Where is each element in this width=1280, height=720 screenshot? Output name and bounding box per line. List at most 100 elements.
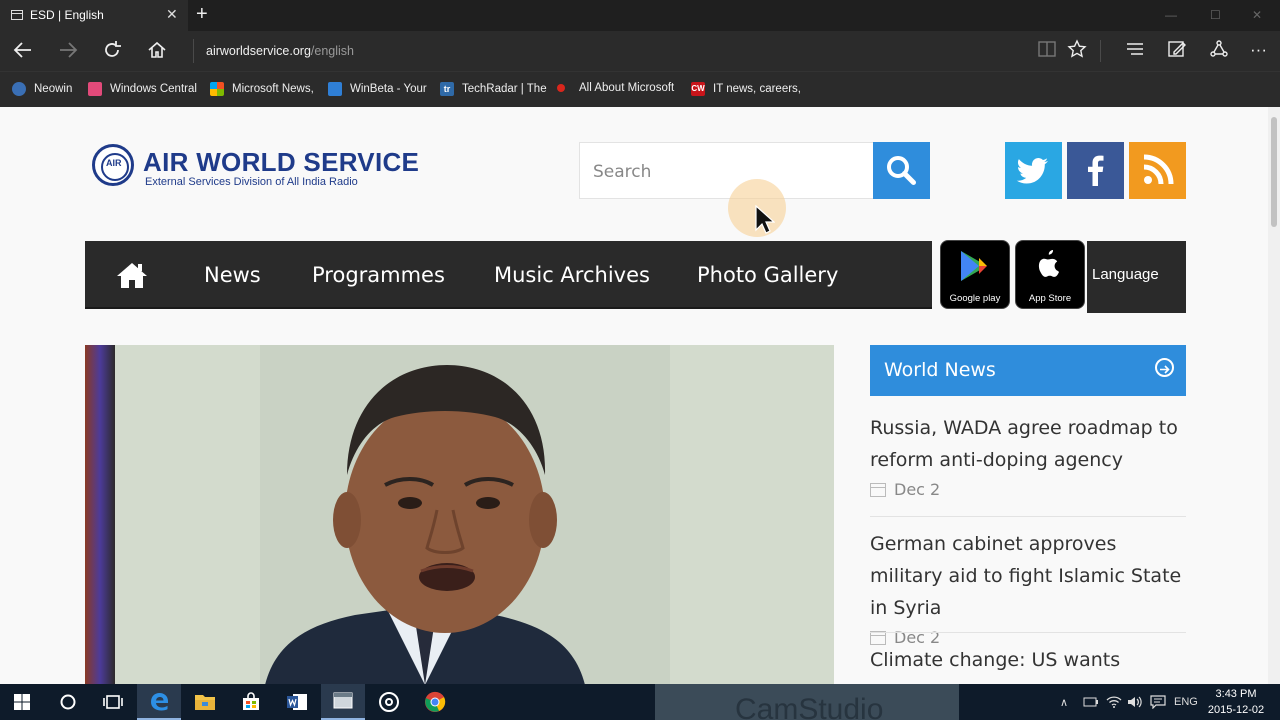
language-indicator[interactable]: ENG bbox=[1174, 684, 1198, 720]
logo-subtitle: External Services Division of All India … bbox=[145, 176, 358, 188]
favorite-label: IT news, careers, bbox=[713, 83, 801, 95]
language-selector[interactable]: Language bbox=[1087, 241, 1186, 313]
nav-programmes[interactable]: Programmes bbox=[312, 263, 445, 287]
favorite-microsoft-news[interactable]: Microsoft News, bbox=[210, 82, 314, 96]
search-input[interactable]: Search bbox=[579, 142, 874, 199]
wifi-icon[interactable] bbox=[1106, 684, 1122, 720]
home-icon[interactable] bbox=[146, 39, 168, 67]
back-arrow-icon[interactable] bbox=[12, 39, 34, 67]
groove-music-icon[interactable] bbox=[367, 684, 411, 720]
favorite-all-about-microsoft[interactable]: All About Microsoft bbox=[557, 82, 674, 94]
store-icon[interactable] bbox=[229, 684, 273, 720]
hero-image[interactable] bbox=[85, 345, 834, 684]
task-view-icon[interactable] bbox=[91, 684, 135, 720]
windows-start-icon[interactable] bbox=[0, 684, 44, 720]
home-menu-icon[interactable] bbox=[115, 261, 149, 289]
clock-date: 2015-12-02 bbox=[1207, 704, 1265, 716]
scrollbar-thumb[interactable] bbox=[1271, 117, 1277, 227]
clock-time: 3:43 PM bbox=[1215, 688, 1257, 700]
file-explorer-icon[interactable] bbox=[183, 684, 227, 720]
share-icon[interactable] bbox=[1209, 39, 1229, 65]
chrome-icon[interactable] bbox=[413, 684, 457, 720]
twitter-bird-icon bbox=[1016, 157, 1048, 184]
minimize-icon[interactable]: — bbox=[1165, 8, 1177, 22]
forward-arrow-icon[interactable] bbox=[57, 39, 79, 67]
news-headline[interactable]: Russia, WADA agree roadmap to reform ant… bbox=[870, 412, 1186, 476]
news-item[interactable]: German cabinet approves military aid to … bbox=[870, 528, 1186, 647]
search-button[interactable] bbox=[873, 142, 930, 199]
facebook-icon bbox=[1088, 155, 1104, 186]
page-scrollbar[interactable] bbox=[1268, 107, 1280, 684]
mouse-pointer-icon bbox=[755, 205, 775, 234]
volume-icon[interactable] bbox=[1127, 684, 1143, 720]
edge-browser-icon[interactable] bbox=[137, 684, 181, 720]
favorite-label: WinBeta - Your bbox=[350, 83, 427, 95]
action-center-icon[interactable] bbox=[1150, 684, 1166, 720]
browser-tab[interactable]: ESD | English ✕ bbox=[0, 0, 188, 31]
favorite-star-icon[interactable] bbox=[1067, 39, 1087, 65]
page-icon bbox=[11, 10, 23, 20]
maximize-icon[interactable]: ☐ bbox=[1210, 8, 1221, 22]
nav-photo-gallery[interactable]: Photo Gallery bbox=[697, 263, 838, 287]
toolbar-divider bbox=[1100, 40, 1101, 62]
favorite-label: Neowin bbox=[34, 83, 73, 95]
refresh-icon[interactable] bbox=[101, 39, 123, 67]
new-tab-button[interactable]: + bbox=[196, 3, 208, 26]
close-window-icon[interactable]: ✕ bbox=[1252, 8, 1262, 22]
logo-title: AIR WORLD SERVICE bbox=[143, 147, 420, 177]
app-store-label: App Store bbox=[1028, 293, 1072, 304]
site-logo[interactable]: AIR AIR WORLD SERVICE External Services … bbox=[92, 142, 419, 192]
address-bar[interactable]: airworldservice.org/english bbox=[193, 39, 354, 63]
windows-taskbar: CamStudio ∧ ENG 3:43 PM 2015-12-02 bbox=[0, 684, 1280, 720]
air-emblem-icon: AIR bbox=[92, 144, 134, 186]
tab-title: ESD | English bbox=[30, 8, 104, 22]
news-item[interactable]: Climate change: US wants China, bbox=[870, 644, 1186, 684]
browser-tab-bar: ESD | English ✕ + — ☐ ✕ bbox=[0, 0, 1280, 31]
close-tab-icon[interactable]: ✕ bbox=[166, 6, 178, 23]
address-host: airworldservice.org bbox=[206, 44, 311, 58]
nav-news[interactable]: News bbox=[204, 263, 261, 287]
news-item[interactable]: Russia, WADA agree roadmap to reform ant… bbox=[870, 412, 1186, 499]
all-about-microsoft-icon bbox=[557, 84, 565, 92]
web-note-icon[interactable] bbox=[1167, 39, 1187, 65]
news-headline[interactable]: German cabinet approves military aid to … bbox=[870, 528, 1186, 624]
system-clock[interactable]: 3:43 PM 2015-12-02 bbox=[1206, 686, 1266, 718]
favorite-techradar[interactable]: tr TechRadar | The bbox=[440, 82, 547, 96]
web-page: AIR AIR WORLD SERVICE External Services … bbox=[0, 107, 1268, 684]
hub-icon[interactable] bbox=[1125, 39, 1145, 65]
facebook-button[interactable] bbox=[1067, 142, 1124, 199]
camstudio-window-icon[interactable] bbox=[321, 684, 365, 720]
reading-view-icon[interactable] bbox=[1037, 39, 1057, 65]
techradar-icon: tr bbox=[440, 82, 454, 96]
twitter-button[interactable] bbox=[1005, 142, 1062, 199]
favorites-bar: Neowin Windows Central Microsoft News, W… bbox=[0, 71, 1280, 107]
cortana-search-icon[interactable] bbox=[46, 684, 90, 720]
rss-button[interactable] bbox=[1129, 142, 1186, 199]
microsoft-icon bbox=[210, 82, 224, 96]
google-play-label: Google play bbox=[949, 293, 1001, 304]
nav-music-archives[interactable]: Music Archives bbox=[494, 263, 650, 287]
rss-icon bbox=[1143, 154, 1174, 185]
favorite-windows-central[interactable]: Windows Central bbox=[88, 82, 197, 96]
news-date: Dec 2 bbox=[894, 480, 941, 499]
battery-icon[interactable] bbox=[1083, 684, 1099, 720]
main-navigation: News Programmes Music Archives Photo Gal… bbox=[85, 241, 932, 309]
favorite-computerworld[interactable]: CW IT news, careers, bbox=[691, 82, 801, 96]
google-play-badge[interactable]: Google play bbox=[940, 240, 1010, 309]
more-actions-icon[interactable]: ··· bbox=[1250, 39, 1267, 61]
show-hidden-icons-chevron-up-icon[interactable]: ∧ bbox=[1060, 684, 1068, 720]
favorite-neowin[interactable]: Neowin bbox=[12, 82, 72, 96]
news-divider bbox=[870, 516, 1186, 517]
world-news-header[interactable]: World News bbox=[870, 345, 1186, 396]
google-play-icon bbox=[961, 251, 987, 281]
news-meta: Dec 2 bbox=[870, 480, 1186, 499]
favorite-winbeta[interactable]: WinBeta - Your bbox=[328, 82, 427, 96]
circle-arrow-icon[interactable] bbox=[1155, 358, 1174, 377]
word-icon[interactable] bbox=[275, 684, 319, 720]
speaker-portrait bbox=[265, 365, 585, 684]
app-store-badge[interactable]: App Store bbox=[1015, 240, 1085, 309]
emblem-text: AIR bbox=[106, 158, 122, 168]
search-icon bbox=[887, 156, 916, 185]
news-headline[interactable]: Climate change: US wants China, bbox=[870, 644, 1186, 684]
news-divider bbox=[870, 632, 1186, 633]
